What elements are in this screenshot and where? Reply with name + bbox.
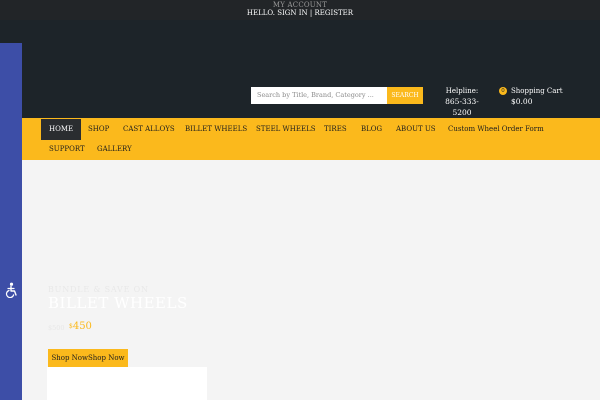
product-card[interactable] [47,367,207,400]
nav-item-tires[interactable]: TIRES [316,119,355,140]
nav-item-about-us[interactable]: ABOUT US [388,119,444,140]
nav-item-blog[interactable]: BLOG [353,119,390,140]
search-bar: Search by Title, Brand, Category ... SEA… [251,87,423,104]
helpline-number[interactable]: 865-333-5200 [438,96,486,118]
my-account-link[interactable]: MY ACCOUNT [0,0,600,9]
nav-item-billet-wheels[interactable]: BILLET WHEELS [177,119,255,140]
helpline-label: Helpline: [445,87,479,95]
nav-item-custom-wheel-order-form[interactable]: Custom Wheel Order Form [440,119,552,140]
sign-in-link[interactable]: SIGN IN [277,9,307,17]
nav-item-support[interactable]: SUPPORT [41,139,93,160]
search-button[interactable]: SEARCH [387,87,423,104]
hero-old-price: $500 [48,324,65,332]
greeting-text: HELLO. [246,9,275,17]
top-bar: MY ACCOUNT HELLO. SIGN IN | REGISTER [0,0,600,20]
hero-title: BILLET WHEELS [48,294,188,312]
auth-separator: | [309,9,313,17]
nav-item-steel-wheels[interactable]: STEEL WHEELS [248,119,324,140]
main-nav: HOME SHOP CAST ALLOYS BILLET WHEELS STEE… [0,118,600,160]
nav-item-home[interactable]: HOME [41,119,82,140]
nav-item-cast-alloys[interactable]: CAST ALLOYS [115,119,183,140]
shop-now-button[interactable]: Shop NowShop Now [48,349,128,367]
nav-item-shop[interactable]: SHOP [80,119,117,140]
cart-label[interactable]: Shopping Cart [511,87,563,96]
accessibility-sidebar [0,43,22,400]
auth-links: HELLO. SIGN IN | REGISTER [0,9,600,18]
register-link[interactable]: REGISTER [314,9,353,17]
cart-count-badge: 0 [499,87,507,95]
nav-item-gallery[interactable]: GALLERY [89,139,140,160]
helpline: Helpline: 865-333-5200 [438,87,486,118]
search-input[interactable]: Search by Title, Brand, Category ... [251,87,387,104]
accessibility-icon[interactable] [3,282,19,299]
price-value: 450 [72,321,92,332]
hero-price: $450 [69,320,92,334]
cart-total: $0.00 [511,97,533,106]
